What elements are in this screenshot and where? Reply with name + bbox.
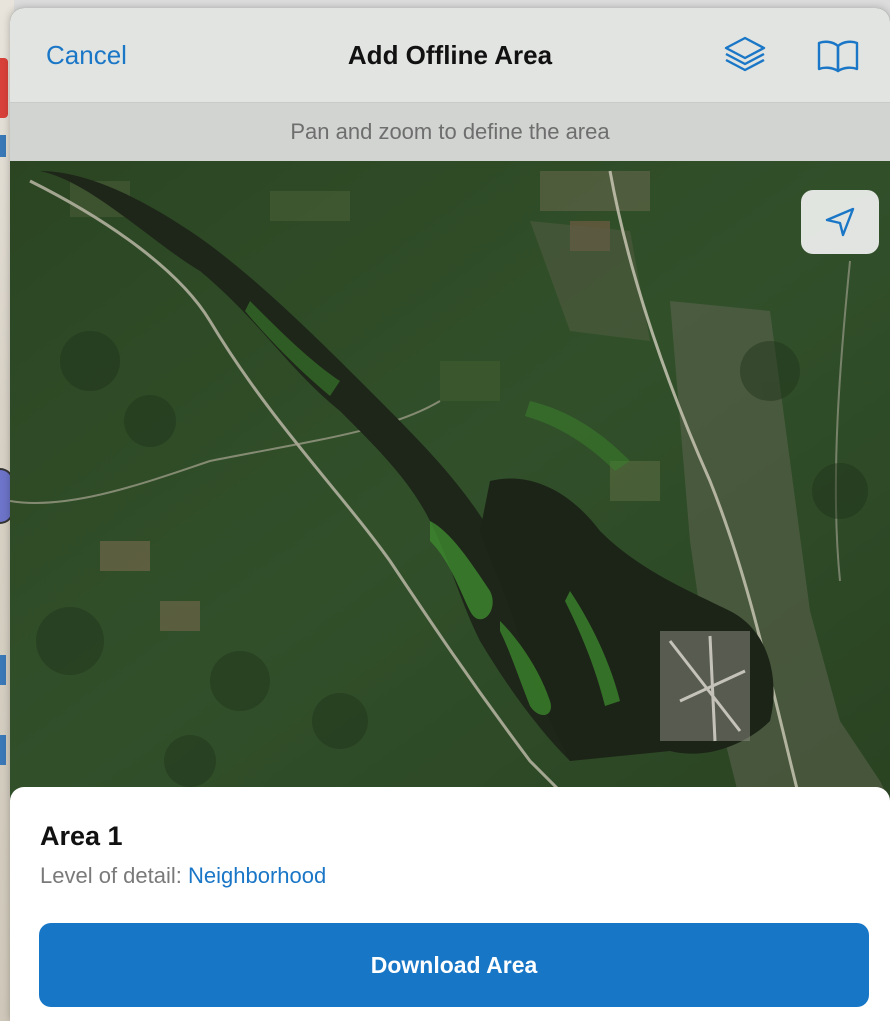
offline-area-sheet: Cancel Add Offline Area Pan and zoom to … bbox=[10, 8, 890, 1021]
background-marker bbox=[0, 655, 6, 685]
locate-button[interactable] bbox=[801, 190, 879, 254]
area-details-panel: Area 1 Level of detail: Neighborhood Dow… bbox=[10, 787, 890, 1021]
area-name: Area 1 bbox=[40, 821, 123, 851]
background-marker bbox=[0, 135, 6, 157]
level-of-detail-value[interactable]: Neighborhood bbox=[188, 863, 326, 888]
satellite-map[interactable] bbox=[10, 161, 890, 801]
book-icon[interactable] bbox=[816, 38, 860, 74]
download-area-button[interactable]: Download Area bbox=[39, 923, 869, 1007]
instruction-banner: Pan and zoom to define the area bbox=[10, 103, 890, 161]
background-marker bbox=[0, 735, 6, 765]
level-of-detail-label: Level of detail: bbox=[40, 863, 182, 888]
navigation-bar: Cancel Add Offline Area bbox=[10, 8, 890, 103]
level-of-detail: Level of detail: Neighborhood bbox=[40, 863, 326, 889]
layers-icon[interactable] bbox=[722, 34, 768, 74]
location-arrow-icon bbox=[825, 207, 855, 237]
background-marker bbox=[0, 58, 8, 118]
